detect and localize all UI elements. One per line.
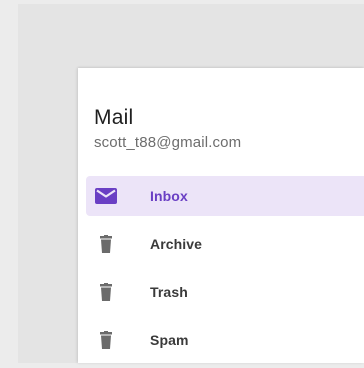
mail-icon [95,186,117,206]
nav-item-label: Archive [150,236,203,252]
nav-item-label: Trash [150,284,188,300]
drawer-title: Mail [94,106,134,129]
nav-item-label: Inbox [150,188,188,204]
trash-icon [95,330,117,350]
trash-icon [95,282,117,302]
nav-item-label: Spam [150,332,189,348]
nav-item-inbox[interactable]: Inbox [86,176,364,216]
trash-icon [95,234,117,254]
drawer-header: Mail scott_t88@gmail.com [94,104,241,153]
nav-item-spam[interactable]: Spam [86,320,364,360]
account-email: scott_t88@gmail.com [94,134,242,151]
navigation-drawer: Mail scott_t88@gmail.com Inbox Archive T… [78,68,364,363]
nav-list: Inbox Archive Trash Spam [86,176,364,368]
nav-item-archive[interactable]: Archive [86,224,364,264]
nav-item-trash[interactable]: Trash [86,272,364,312]
